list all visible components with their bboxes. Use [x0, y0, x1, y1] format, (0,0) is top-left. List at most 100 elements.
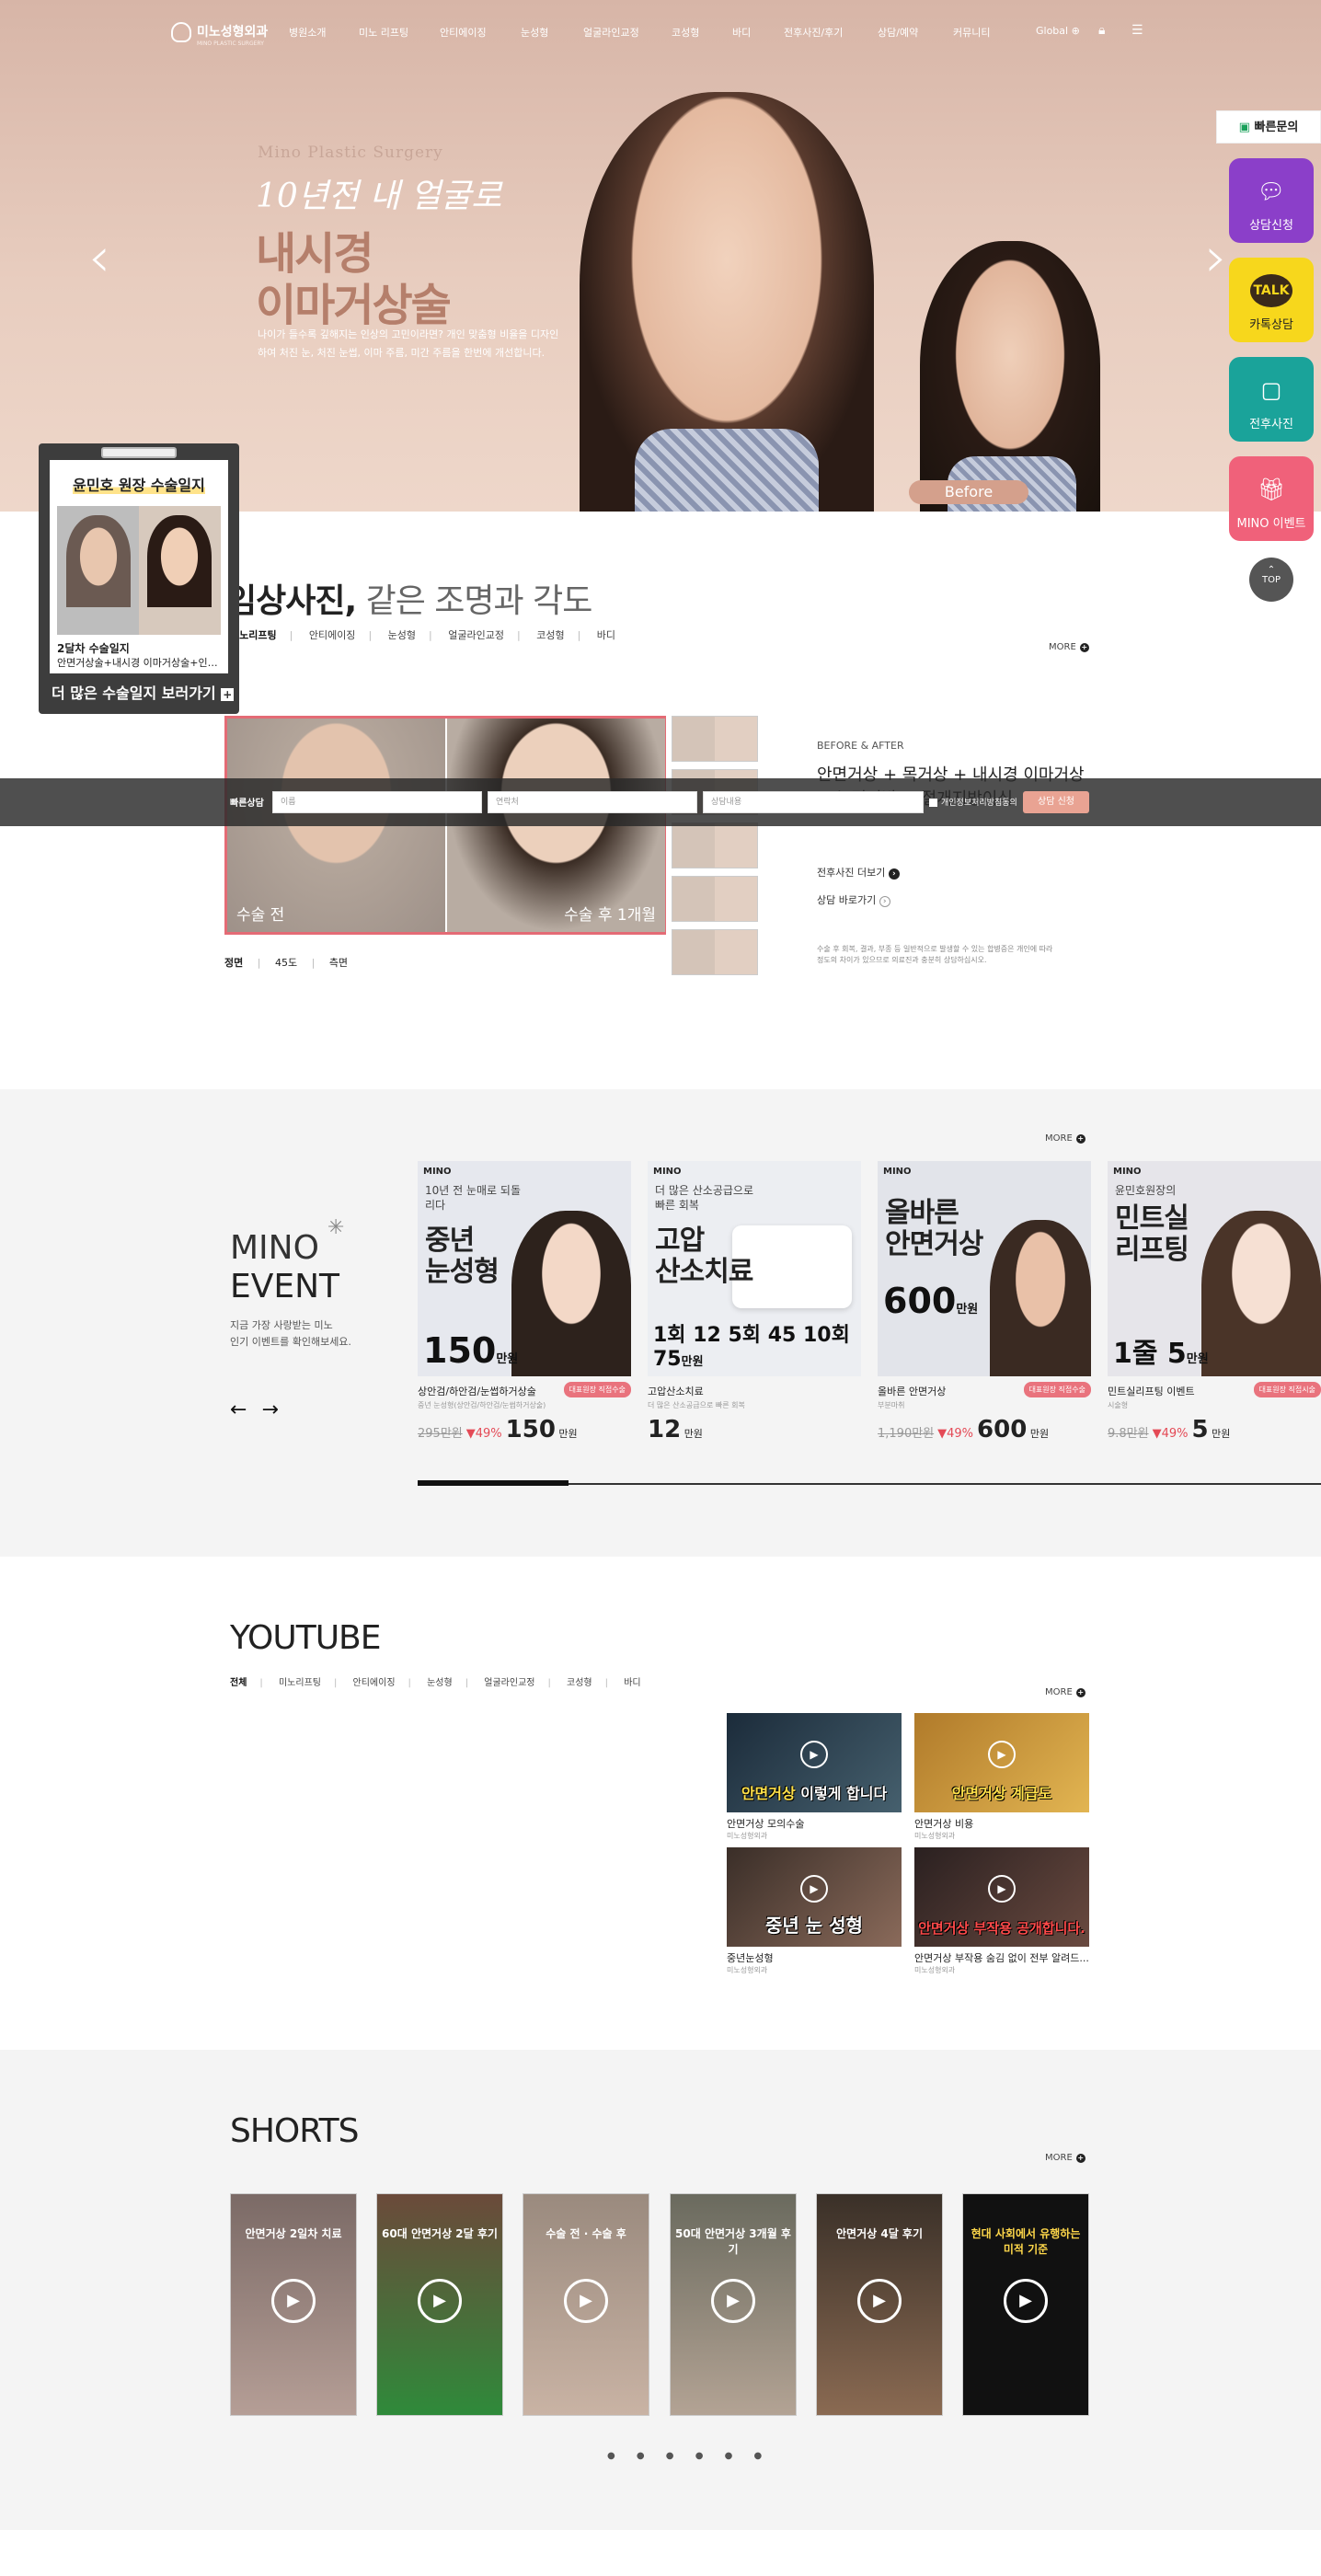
- event-card-image: MINO 윤민호원장의 민트실 리프팅 1줄 5만원: [1108, 1161, 1321, 1376]
- clinical-more-label: MORE: [1049, 642, 1076, 652]
- yt-tab-faceline[interactable]: 얼굴라인교정: [484, 1678, 534, 1688]
- yt-tab-antiaging[interactable]: 안티에이징: [353, 1678, 396, 1688]
- youtube-video-1[interactable]: ▶ 안면거상 이렇게 합니다 안면거상 모의수술 미노성형외과: [727, 1713, 902, 1841]
- event-card-2[interactable]: MINO 더 많은 산소공급으로 빠른 회복 고압 산소치료 1회 12 5회 4…: [648, 1161, 861, 1443]
- nav-item-community[interactable]: 커뮤니티: [953, 25, 990, 40]
- tab-faceline[interactable]: 얼굴라인교정: [448, 629, 504, 641]
- video-overlay-text: 중년 눈 성형: [765, 1915, 863, 1937]
- nav-item-nose[interactable]: 코성형: [672, 25, 699, 40]
- more-photos-link[interactable]: 전후사진 더보기 ›: [817, 865, 900, 880]
- event-card-3[interactable]: MINO 올바른 안면거상 600만원 올바른 안면거상 대표원장 직접수술 부분마…: [878, 1161, 1091, 1443]
- checkbox-icon: [929, 799, 937, 807]
- thumbnail-3[interactable]: [672, 822, 758, 868]
- event-more-link[interactable]: MORE +: [1045, 1133, 1086, 1144]
- name-input[interactable]: 이름: [272, 791, 482, 813]
- event-next-arrow[interactable]: →: [261, 1398, 293, 1421]
- gift-icon: 🎁︎: [1257, 477, 1286, 502]
- nav-item-lifting[interactable]: 미노 리프팅: [359, 25, 408, 40]
- youtube-video-2[interactable]: ▶ 안면거상 계급도 안면거상 비용 미노성형외과: [914, 1713, 1089, 1841]
- nav-item-about[interactable]: 병원소개: [289, 25, 326, 40]
- phone-input[interactable]: 연락처: [488, 791, 697, 813]
- short-video-1[interactable]: 안면거상 2일차 치료 ▶: [230, 2193, 357, 2416]
- thumbnail-4[interactable]: [672, 876, 758, 922]
- event-card-pre: 윤민호원장의: [1115, 1184, 1177, 1197]
- consult-submit-button[interactable]: 상담 신청: [1023, 791, 1089, 813]
- consult-link[interactable]: 상담 바로가기 ›: [817, 892, 890, 907]
- event-card-badge: 대표원장 직접수술: [563, 1382, 631, 1397]
- lock-icon[interactable]: 🔒︎: [1098, 23, 1105, 38]
- global-link[interactable]: Global ⊕: [1036, 25, 1080, 37]
- short-video-6[interactable]: 현대 사회에서 유행하는 미적 기준 ▶: [962, 2193, 1089, 2416]
- shorts-pagination[interactable]: ● ● ● ● ● ●: [607, 2451, 771, 2461]
- quick-event-button[interactable]: 🎁︎ MINO 이벤트: [1229, 456, 1314, 541]
- event-card-bigprice: 1회 12 5회 45 10회 75만원: [653, 1318, 861, 1371]
- tab-antiaging[interactable]: 안티에이징: [309, 629, 356, 641]
- nav-item-eye[interactable]: 눈성형: [521, 25, 548, 40]
- scroll-top-button[interactable]: ⌃ TOP: [1249, 558, 1293, 602]
- event-card-name-text: 올바른 안면거상: [878, 1386, 947, 1397]
- play-icon: ▶: [857, 2279, 902, 2323]
- tab-nose[interactable]: 코성형: [536, 629, 564, 641]
- yt-tab-all[interactable]: 전체: [230, 1678, 247, 1688]
- event-section: MINO EVENT ✳ 지금 가장 사랑받는 미노 인기 이벤트를 확인해보세요.…: [0, 1089, 1321, 1557]
- thumbnail-1[interactable]: [672, 716, 758, 762]
- popup-more-link[interactable]: 더 많은 수술일지 보러가기 +: [52, 681, 235, 703]
- tab-front[interactable]: 정면: [224, 957, 243, 969]
- tab-eye[interactable]: 눈성형: [388, 629, 416, 641]
- youtube-video-4[interactable]: ▶ 안면거상 부작용 공개합니다. 안면거상 부작용 숨김 없이 전부 알려드..…: [914, 1847, 1089, 1975]
- short-text: 안면거상 4달 후기: [836, 2227, 923, 2240]
- tab-body[interactable]: 바디: [597, 629, 615, 641]
- event-card-price: 12 만원: [648, 1416, 861, 1443]
- event-card-bigprice-unit: 만원: [681, 1355, 704, 1369]
- event-card-headline: 민트실 리프팅: [1115, 1202, 1189, 1266]
- short-video-4[interactable]: 50대 안면거상 3개월 후기 ▶: [670, 2193, 797, 2416]
- privacy-agree-checkbox[interactable]: 개인정보처리방침동의: [929, 796, 1017, 808]
- popup-title-pre: 윤민호 원장: [73, 477, 151, 494]
- thumbnail-5[interactable]: [672, 929, 758, 975]
- event-card-4[interactable]: MINO 윤민호원장의 민트실 리프팅 1줄 5만원 민트실리프팅 이벤트 대표원장…: [1108, 1161, 1321, 1443]
- event-card-discount: ▼49%: [465, 1427, 502, 1441]
- nav-item-beforeafter[interactable]: 전후사진/후기: [784, 25, 843, 40]
- short-video-3[interactable]: 수술 전 · 수술 후 ▶: [523, 2193, 649, 2416]
- tab-side[interactable]: 측면: [329, 957, 348, 969]
- short-video-2[interactable]: 60대 안면거상 2달 후기 ▶: [376, 2193, 503, 2416]
- shorts-more-link[interactable]: MORE +: [1045, 2153, 1086, 2163]
- quick-consult-button[interactable]: 💬︎ 상담신청: [1229, 158, 1314, 243]
- yt-tab-eye[interactable]: 눈성형: [427, 1678, 453, 1688]
- surgery-diary-popup[interactable]: 윤민호 원장 수술일지 2달차 수술일지 안면거상술+내시경 이마거상술+인디.…: [39, 443, 239, 714]
- quick-menu-title-text: 빠른문의: [1254, 121, 1299, 134]
- video-title: 안면거상 모의수술: [727, 1818, 805, 1830]
- quick-photo-button[interactable]: ▢ 전후사진: [1229, 357, 1314, 442]
- video-title: 안면거상 비용: [914, 1818, 974, 1830]
- event-card-headline: 올바른 안면거상: [885, 1197, 983, 1260]
- play-icon: ▶: [800, 1741, 828, 1768]
- youtube-more-link[interactable]: MORE +: [1045, 1687, 1086, 1697]
- event-card-1[interactable]: MINO 10년 전 눈매로 되돌리다 중년 눈성형 150만원 상안검/하안검/…: [418, 1161, 631, 1443]
- clinical-more-link[interactable]: MORE +: [1049, 642, 1089, 652]
- short-text: 50대 안면거상 3개월 후기: [675, 2227, 791, 2256]
- event-scrollbar-thumb[interactable]: [418, 1480, 569, 1486]
- event-title: MINO EVENT: [230, 1229, 339, 1306]
- content-input[interactable]: 상담내용: [703, 791, 924, 813]
- clinical-tabs: 미노리프팅 | 안티에이징 | 눈성형 | 얼굴라인교정 | 코성형 | 바디: [230, 629, 616, 641]
- nav-item-antiaging[interactable]: 안티에이징: [440, 25, 487, 40]
- popup-binder-ring: [101, 447, 177, 458]
- hero-prev-arrow[interactable]: ‹: [88, 230, 110, 285]
- tab-45[interactable]: 45도: [275, 957, 297, 969]
- event-prev-arrow[interactable]: ←: [230, 1398, 261, 1421]
- yt-tab-nose[interactable]: 코성형: [567, 1678, 592, 1688]
- quick-kakao-button[interactable]: TALK 카톡상담: [1229, 258, 1314, 342]
- yt-tab-body[interactable]: 바디: [624, 1678, 640, 1688]
- yt-tab-lifting[interactable]: 미노리프팅: [279, 1678, 321, 1688]
- hero-model-after: [580, 92, 874, 512]
- nav-item-consult[interactable]: 상담/예약: [878, 25, 918, 40]
- nav-item-faceline[interactable]: 얼굴라인교정: [583, 25, 639, 40]
- nav-item-body[interactable]: 바디: [732, 25, 751, 40]
- event-card-name-text: 민트실리프팅 이벤트: [1108, 1386, 1195, 1397]
- site-logo[interactable]: 미노성형외과 MINO PLASTIC SURGERY: [171, 22, 268, 47]
- menu-icon[interactable]: ☰: [1131, 23, 1143, 38]
- youtube-video-3[interactable]: ▶ 중년 눈 성형 중년눈성형 미노성형외과: [727, 1847, 902, 1975]
- quick-kakao-label: 카톡상담: [1249, 318, 1293, 332]
- short-video-5[interactable]: 안면거상 4달 후기 ▶: [816, 2193, 943, 2416]
- hero-next-arrow[interactable]: ›: [1205, 230, 1227, 285]
